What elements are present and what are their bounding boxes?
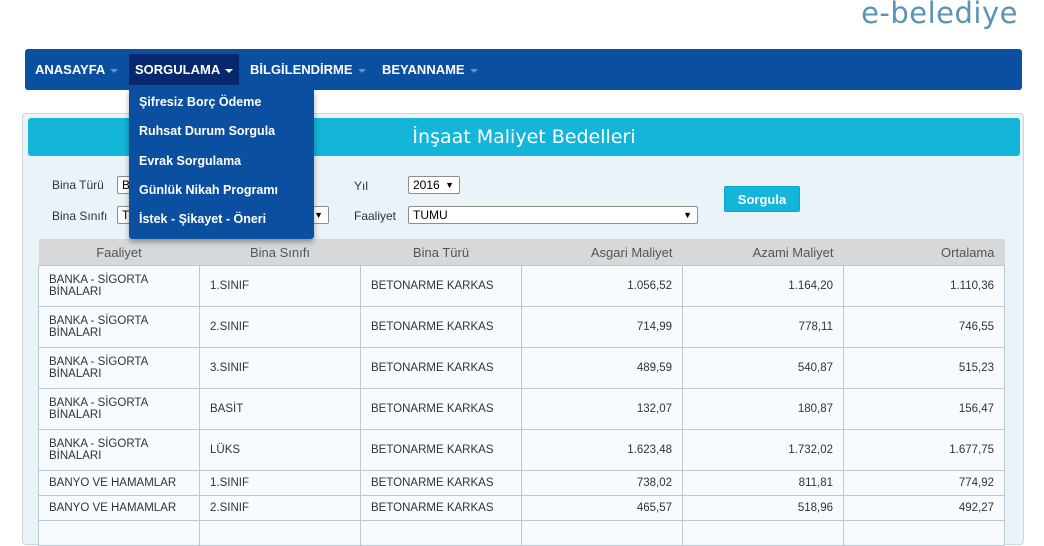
cell-bina-sinifi: BASİT bbox=[199, 388, 361, 430]
nav-label: BİLGİLENDİRME bbox=[250, 62, 353, 77]
bina-sinifi-select-arrow[interactable]: ▼ bbox=[312, 206, 329, 224]
cell-bina-sinifi: LÜKS bbox=[199, 429, 361, 471]
cell-asgari: 489,59 bbox=[521, 347, 683, 389]
main-navbar: ANASAYFA SORGULAMA BİLGİLENDİRME BEYANNA… bbox=[25, 49, 1022, 90]
cell-faaliyet: BANYO VE HAMAMLAR bbox=[38, 470, 200, 496]
bina-turu-label: Bina Türü bbox=[52, 178, 104, 192]
cell-bina-turu: BETONARME KARKAS bbox=[360, 470, 522, 496]
cell-bina-turu: BETONARME KARKAS bbox=[360, 429, 522, 471]
cell-faaliyet: BANKA - SİGORTA BİNALARI bbox=[38, 429, 200, 471]
cell-ortalama: 156,47 bbox=[843, 388, 1005, 430]
dropdown-arrow-icon: ▼ bbox=[314, 210, 323, 220]
nav-label: BEYANNAME bbox=[382, 62, 465, 77]
dropdown-arrow-icon: ▼ bbox=[445, 180, 454, 190]
caret-down-icon bbox=[225, 68, 234, 73]
cell-ortalama: 492,27 bbox=[843, 495, 1005, 521]
table-row: BANYO VE HAMAMLAR 2.SINIF BETONARME KARK… bbox=[38, 495, 1005, 521]
cell-faaliyet: BANKA - SİGORTA BİNALARI bbox=[38, 265, 200, 307]
bina-sinifi-label: Bina Sınıfı bbox=[52, 209, 108, 223]
table-row: BANKA - SİGORTA BİNALARI LÜKS BETONARME … bbox=[38, 429, 1005, 471]
cell-bina-turu: BETONARME KARKAS bbox=[360, 495, 522, 521]
caret-down-icon bbox=[110, 68, 119, 73]
table-row: BANKA - SİGORTA BİNALARI BASİT BETONARME… bbox=[38, 388, 1005, 430]
cell-faaliyet: BANYO VE HAMAMLAR bbox=[38, 495, 200, 521]
sorgulama-dropdown-menu: Şifresiz Borç Ödeme Ruhsat Durum Sorgula… bbox=[129, 89, 314, 239]
header-bina-sinifi[interactable]: Bina Sınıfı bbox=[199, 239, 361, 266]
cell-azami: 540,87 bbox=[682, 347, 844, 389]
caret-down-icon bbox=[469, 68, 478, 73]
faaliyet-value: TUMU bbox=[413, 208, 448, 222]
menu-item-ruhsat-durum-sorgula[interactable]: Ruhsat Durum Sorgula bbox=[139, 124, 275, 138]
cell-bina-sinifi: 1.SINIF bbox=[199, 265, 361, 307]
cell-bina-sinifi: 3.SINIF bbox=[199, 347, 361, 389]
header-azami-maliyet[interactable]: Azami Maliyet bbox=[682, 239, 844, 266]
cell-faaliyet: BANKA - SİGORTA BİNALARI bbox=[38, 347, 200, 389]
nav-item-bilgilendirme[interactable]: BİLGİLENDİRME bbox=[244, 54, 372, 85]
cell-bina-sinifi: 2.SINIF bbox=[199, 306, 361, 348]
faaliyet-label: Faaliyet bbox=[354, 209, 397, 223]
cell-asgari: 738,02 bbox=[521, 470, 683, 496]
faaliyet-select[interactable]: TUMU ▼ bbox=[408, 206, 698, 224]
cell-asgari: 465,57 bbox=[521, 495, 683, 521]
cell-faaliyet: BANKA - SİGORTA BİNALARI bbox=[38, 388, 200, 430]
cell-azami: 180,87 bbox=[682, 388, 844, 430]
cell-azami: 518,96 bbox=[682, 495, 844, 521]
cell-bina-turu: BETONARME KARKAS bbox=[360, 388, 522, 430]
cell-asgari: 132,07 bbox=[521, 388, 683, 430]
table-row bbox=[38, 520, 1005, 546]
yil-select[interactable]: 2016 ▼ bbox=[408, 176, 460, 194]
cell-ortalama bbox=[843, 520, 1005, 546]
menu-item-gunluk-nikah-programi[interactable]: Günlük Nikah Programı bbox=[139, 183, 278, 197]
cell-ortalama: 1.110,36 bbox=[843, 265, 1005, 307]
cell-ortalama: 1.677,75 bbox=[843, 429, 1005, 471]
cell-bina-turu: BETONARME KARKAS bbox=[360, 265, 522, 307]
caret-down-icon bbox=[357, 68, 366, 73]
header-bina-turu[interactable]: Bina Türü bbox=[360, 239, 522, 266]
cell-bina-sinifi bbox=[199, 520, 361, 546]
menu-item-istek-sikayet-oneri[interactable]: İstek - Şikayet - Öneri bbox=[139, 212, 266, 226]
cell-azami: 811,81 bbox=[682, 470, 844, 496]
table-row: BANKA - SİGORTA BİNALARI 3.SINIF BETONAR… bbox=[38, 347, 1005, 389]
nav-item-sorgulama[interactable]: SORGULAMA bbox=[129, 54, 240, 85]
cell-asgari: 1.623,48 bbox=[521, 429, 683, 471]
cell-bina-turu: BETONARME KARKAS bbox=[360, 306, 522, 348]
cell-faaliyet bbox=[38, 520, 200, 546]
nav-item-beyanname[interactable]: BEYANNAME bbox=[376, 54, 484, 85]
cell-ortalama: 774,92 bbox=[843, 470, 1005, 496]
header-ortalama[interactable]: Ortalama bbox=[843, 239, 1005, 266]
cell-azami: 1.732,02 bbox=[682, 429, 844, 471]
table-row: BANKA - SİGORTA BİNALARI 1.SINIF BETONAR… bbox=[38, 265, 1005, 307]
cell-bina-sinifi: 1.SINIF bbox=[199, 470, 361, 496]
cell-azami: 1.164,20 bbox=[682, 265, 844, 307]
cell-asgari: 1.056,52 bbox=[521, 265, 683, 307]
table-row: BANKA - SİGORTA BİNALARI 2.SINIF BETONAR… bbox=[38, 306, 1005, 348]
cell-azami bbox=[682, 520, 844, 546]
cell-bina-turu bbox=[360, 520, 522, 546]
header-asgari-maliyet[interactable]: Asgari Maliyet bbox=[521, 239, 683, 266]
yil-label: Yıl bbox=[354, 179, 369, 193]
maliyet-table: Faaliyet Bina Sınıfı Bina Türü Asgari Ma… bbox=[38, 239, 1005, 546]
yil-value: 2016 bbox=[413, 178, 440, 192]
cell-asgari bbox=[521, 520, 683, 546]
cell-faaliyet: BANKA - SİGORTA BİNALARI bbox=[38, 306, 200, 348]
cell-bina-turu: BETONARME KARKAS bbox=[360, 347, 522, 389]
table-header-row: Faaliyet Bina Sınıfı Bina Türü Asgari Ma… bbox=[38, 239, 1005, 266]
sorgula-button[interactable]: Sorgula bbox=[724, 186, 800, 212]
brand-logo: e-belediye bbox=[861, 0, 1018, 30]
nav-label: SORGULAMA bbox=[135, 62, 221, 77]
table-row: BANYO VE HAMAMLAR 1.SINIF BETONARME KARK… bbox=[38, 470, 1005, 496]
cell-azami: 778,11 bbox=[682, 306, 844, 348]
nav-label: ANASAYFA bbox=[35, 62, 106, 77]
cell-ortalama: 746,55 bbox=[843, 306, 1005, 348]
menu-item-sifresiz-borc-odeme[interactable]: Şifresiz Borç Ödeme bbox=[139, 95, 261, 109]
cell-asgari: 714,99 bbox=[521, 306, 683, 348]
header-faaliyet[interactable]: Faaliyet bbox=[38, 239, 200, 266]
dropdown-arrow-icon: ▼ bbox=[683, 210, 692, 220]
cell-ortalama: 515,23 bbox=[843, 347, 1005, 389]
nav-item-anasayfa[interactable]: ANASAYFA bbox=[29, 54, 124, 85]
cell-bina-sinifi: 2.SINIF bbox=[199, 495, 361, 521]
menu-item-evrak-sorgulama[interactable]: Evrak Sorgulama bbox=[139, 154, 241, 168]
